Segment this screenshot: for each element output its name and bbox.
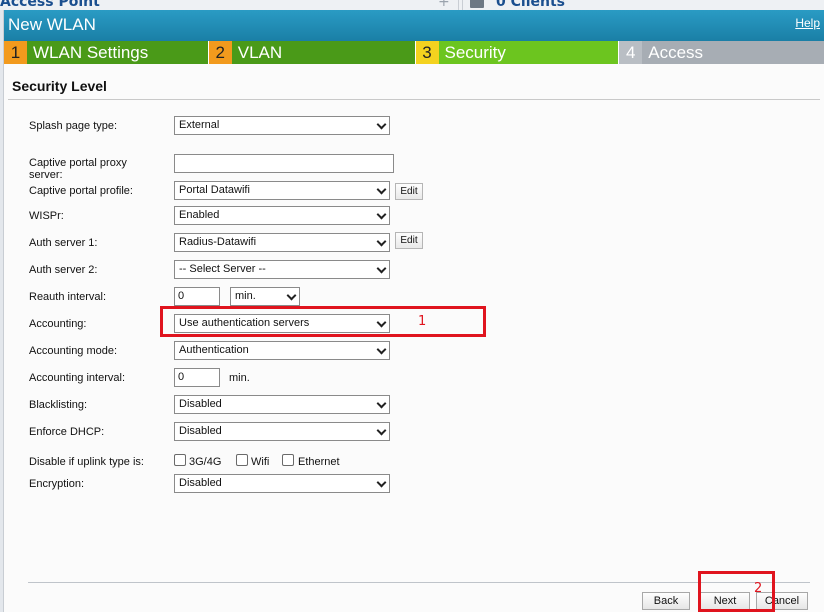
captive-profile-label: Captive portal profile: <box>29 185 133 197</box>
uplink-wifi-label: Wifi <box>251 456 270 468</box>
edit-auth-server-1-button[interactable]: Edit <box>395 232 423 249</box>
splash-page-type-select[interactable]: External <box>174 116 390 135</box>
step-label: Security <box>438 41 619 64</box>
reauth-interval-label: Reauth interval: <box>29 291 107 303</box>
reauth-interval-input[interactable]: 0 <box>174 287 220 306</box>
chevron-down-icon <box>376 119 387 130</box>
auth-server-1-select[interactable]: Radius-Datawifi <box>174 233 390 252</box>
step-security[interactable]: 3 Security <box>415 41 619 64</box>
section-divider <box>8 99 820 100</box>
uplink-3g4g-checkbox[interactable] <box>174 454 186 466</box>
annotation-box-1 <box>160 306 486 337</box>
footer-divider <box>28 582 810 583</box>
select-value: Disabled <box>179 477 222 489</box>
help-link[interactable]: Help <box>795 16 820 30</box>
wizard-steps: 1 WLAN Settings 2 VLAN 3 Security 4 Acce… <box>4 41 824 64</box>
chevron-down-icon <box>376 425 387 436</box>
enforce-dhcp-select[interactable]: Disabled <box>174 422 390 441</box>
select-value: Disabled <box>179 425 222 437</box>
blacklisting-label: Blacklisting: <box>29 399 88 411</box>
divider <box>458 0 459 10</box>
chevron-down-icon <box>376 236 387 247</box>
chevron-down-icon <box>376 263 387 274</box>
step-number: 4 <box>619 41 643 64</box>
security-content: Security Level Splash page type: Externa… <box>4 64 824 612</box>
captive-proxy-label: Captive portal proxy server: <box>29 157 127 181</box>
select-value: External <box>179 119 220 131</box>
uplink-ethernet-checkbox[interactable] <box>282 454 294 466</box>
edit-captive-profile-button[interactable]: Edit <box>395 183 423 200</box>
splash-page-type-label: Splash page type: <box>29 120 118 132</box>
accounting-label: Accounting: <box>29 318 87 330</box>
auth-server-2-select[interactable]: -- Select Server -- <box>174 260 390 279</box>
select-value: Portal Datawifi <box>179 184 250 196</box>
auth-server-1-label: Auth server 1: <box>29 237 98 249</box>
uplink-ethernet-label: Ethernet <box>298 456 340 468</box>
captive-proxy-input[interactable] <box>174 154 394 173</box>
step-access[interactable]: 4 Access <box>619 41 824 64</box>
back-button[interactable]: Back <box>642 592 690 610</box>
chevron-down-icon <box>376 209 387 220</box>
divider <box>462 0 463 10</box>
accounting-interval-input[interactable]: 0 <box>174 368 220 387</box>
blacklisting-select[interactable]: Disabled <box>174 395 390 414</box>
clients-icon <box>470 0 484 8</box>
select-value: -- Select Server -- <box>179 263 266 275</box>
captive-profile-select[interactable]: Portal Datawifi <box>174 181 390 200</box>
select-value: Disabled <box>179 398 222 410</box>
background-clients-count: 0 Clients <box>496 0 565 10</box>
wispr-select[interactable]: Enabled <box>174 206 390 225</box>
disable-uplink-label: Disable if uplink type is: <box>29 456 144 468</box>
uplink-wifi-checkbox[interactable] <box>236 454 248 466</box>
select-value: min. <box>235 290 256 302</box>
step-number: 2 <box>208 41 232 64</box>
chevron-down-icon <box>376 184 387 195</box>
step-wlan-settings[interactable]: 1 WLAN Settings <box>4 41 208 64</box>
step-label: Access <box>642 41 824 64</box>
reauth-interval-unit-select[interactable]: min. <box>230 287 300 306</box>
new-wlan-dialog: New WLAN Help 1 WLAN Settings 2 VLAN 3 S… <box>4 10 824 612</box>
step-number: 1 <box>4 41 27 64</box>
plus-icon[interactable]: + <box>438 0 450 10</box>
annotation-number-2: 2 <box>754 581 763 596</box>
select-value: Radius-Datawifi <box>179 236 257 248</box>
section-title: Security Level <box>12 78 107 94</box>
chevron-down-icon <box>376 398 387 409</box>
dialog-titlebar: New WLAN Help <box>4 10 824 41</box>
annotation-box-2 <box>698 571 775 612</box>
chevron-down-icon <box>376 477 387 488</box>
select-value: Enabled <box>179 209 220 221</box>
enforce-dhcp-label: Enforce DHCP: <box>29 426 105 438</box>
step-label: WLAN Settings <box>27 41 208 64</box>
step-vlan[interactable]: 2 VLAN <box>208 41 415 64</box>
step-label: VLAN <box>231 41 415 64</box>
accounting-interval-unit: min. <box>229 372 250 384</box>
select-value: Authentication <box>179 344 249 356</box>
chevron-down-icon <box>376 344 387 355</box>
background-header <box>0 0 824 10</box>
step-number: 3 <box>415 41 439 64</box>
wispr-label: WISPr: <box>29 210 64 222</box>
encryption-label: Encryption: <box>29 478 85 490</box>
annotation-number-1: 1 <box>418 314 427 329</box>
chevron-down-icon <box>286 290 297 301</box>
accounting-interval-label: Accounting interval: <box>29 372 125 384</box>
dialog-title: New WLAN <box>8 15 96 34</box>
encryption-select[interactable]: Disabled <box>174 474 390 493</box>
accounting-mode-select[interactable]: Authentication <box>174 341 390 360</box>
accounting-mode-label: Accounting mode: <box>29 345 118 357</box>
auth-server-2-label: Auth server 2: <box>29 264 98 276</box>
background-access-point-title: Access Point <box>0 0 100 10</box>
uplink-3g4g-label: 3G/4G <box>189 456 222 468</box>
